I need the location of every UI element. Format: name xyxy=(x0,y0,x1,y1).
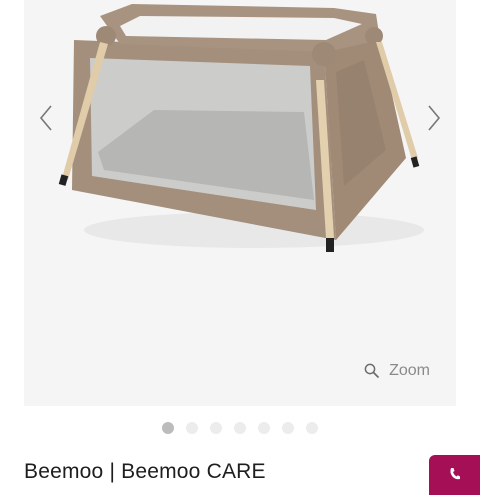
zoom-button[interactable]: Zoom xyxy=(364,358,430,384)
slide-dot[interactable] xyxy=(162,422,174,434)
previous-image-button[interactable] xyxy=(28,100,64,136)
product-title: Beemoo | Beemoo CARE xyxy=(24,460,266,483)
phone-icon xyxy=(449,468,460,480)
slide-dot[interactable] xyxy=(210,422,222,434)
chevron-left-icon xyxy=(39,105,52,131)
contact-button[interactable] xyxy=(429,455,480,495)
slide-dot[interactable] xyxy=(258,422,270,434)
slide-dot[interactable] xyxy=(186,422,198,434)
slide-dot[interactable] xyxy=(282,422,294,434)
zoom-label: Zoom xyxy=(389,362,430,379)
magnifier-icon xyxy=(364,363,380,379)
product-image[interactable] xyxy=(24,0,456,406)
slide-indicator xyxy=(0,422,480,436)
product-gallery: Zoom xyxy=(24,0,456,406)
next-image-button[interactable] xyxy=(416,100,452,136)
slide-dot[interactable] xyxy=(306,422,318,434)
slide-dot[interactable] xyxy=(234,422,246,434)
chevron-right-icon xyxy=(428,105,441,131)
